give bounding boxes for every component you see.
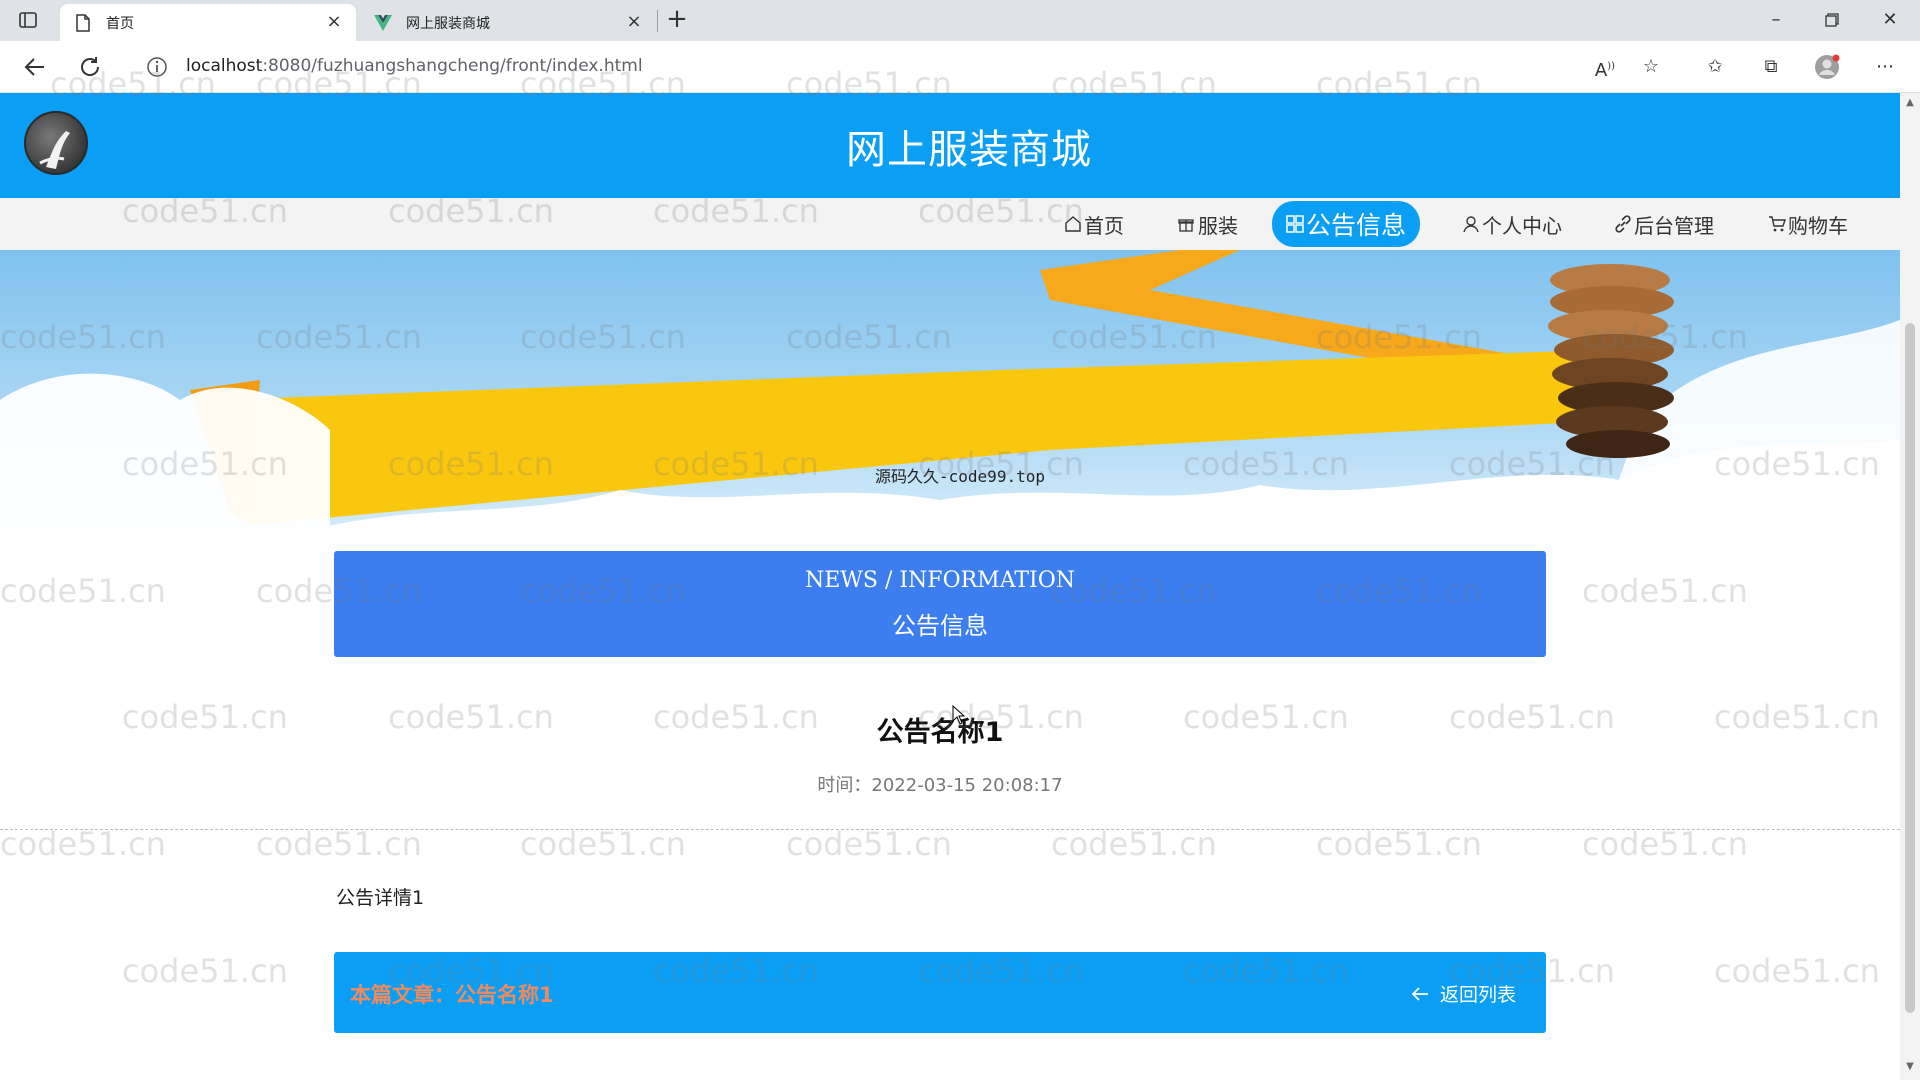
nav-profile[interactable]: 个人中心 [1450, 204, 1574, 244]
tab-actions-icon[interactable] [18, 10, 38, 30]
vue-logo-icon [374, 14, 392, 32]
home-icon [1064, 215, 1082, 233]
scroll-thumb[interactable] [1905, 323, 1915, 1013]
link-icon [1614, 215, 1632, 233]
add-favorite-icon[interactable]: ☆ [1638, 54, 1664, 80]
more-menu-icon[interactable]: ⋯ [1872, 54, 1898, 80]
banner-image [0, 250, 1900, 533]
nav-notice[interactable]: 公告信息 [1272, 201, 1421, 247]
tab-separator [657, 10, 658, 32]
reload-icon[interactable] [77, 54, 103, 80]
article-footer-bar: 本篇文章：公告名称1 返回列表 [334, 952, 1546, 1033]
article-body: 公告详情1 [336, 887, 425, 909]
read-aloud-icon[interactable]: A)) [1592, 54, 1618, 81]
scroll-down-icon[interactable]: ▼ [1903, 1061, 1917, 1075]
scroll-up-icon[interactable]: ▲ [1903, 97, 1917, 111]
news-header-english: NEWS / INFORMATION [804, 568, 1076, 593]
grid-icon [1286, 215, 1304, 233]
arrow-left-icon [1410, 984, 1430, 1004]
close-icon[interactable]: × [626, 12, 642, 31]
page-viewport: 网上服装商城 首页 服装 公告信息 个人中心 后台管理 购物车 源码久久-cod… [0, 93, 1900, 1080]
current-article-label: 本篇文章：公告名称1 [350, 983, 554, 1007]
profile-avatar-icon[interactable] [1814, 54, 1840, 80]
nav-label: 服装 [1198, 213, 1238, 238]
nav-clothing[interactable]: 服装 [1166, 204, 1250, 244]
nav-cart[interactable]: 购物车 [1756, 204, 1860, 244]
article-title: 公告名称1 [876, 717, 1004, 748]
back-arrow-icon[interactable] [22, 54, 48, 80]
address-bar: localhost:8080/fuzhuangshangcheng/front/… [0, 41, 1920, 93]
favorites-icon[interactable]: ✩ [1702, 54, 1728, 80]
nav-label: 公告信息 [1306, 211, 1407, 240]
url-field[interactable]: localhost:8080/fuzhuangshangcheng/front/… [186, 56, 643, 76]
collections-icon[interactable]: ⧉ [1758, 54, 1784, 80]
back-to-list-label: 返回列表 [1439, 984, 1516, 1006]
cart-icon [1768, 215, 1786, 233]
news-header-chinese: 公告信息 [892, 612, 988, 640]
nav-home[interactable]: 首页 [1052, 204, 1136, 244]
tab-shop[interactable]: 网上服装商城 × [360, 4, 656, 41]
back-to-list-button[interactable]: 返回列表 [1410, 980, 1516, 1007]
restore-icon[interactable] [1820, 8, 1844, 32]
site-title: 网上服装商城 [846, 127, 1092, 173]
minimize-icon[interactable]: – [1764, 8, 1788, 32]
user-icon [1462, 215, 1480, 233]
site-header: 网上服装商城 [0, 93, 1900, 198]
url-path: :8080/fuzhuangshangcheng/front/index.htm… [262, 56, 643, 76]
page-scrollbar[interactable]: ▲ ▼ [1900, 93, 1920, 1080]
url-host: localhost [186, 56, 263, 76]
tab-bar: 首页 × 网上服装商城 × + – ✕ [0, 0, 1920, 41]
article-time: 时间：2022-03-15 20:08:17 [817, 775, 1063, 796]
browser-window: 首页 × 网上服装商城 × + – ✕ localhost:8080/fuzhu… [0, 0, 1920, 1080]
divider [0, 829, 1900, 830]
nav-label: 后台管理 [1634, 213, 1714, 238]
banner-caption: 源码久久-code99.top [875, 467, 1045, 486]
close-icon[interactable]: × [326, 12, 342, 31]
tab-title: 首页 [106, 15, 134, 32]
tab-title: 网上服装商城 [406, 15, 490, 32]
gift-icon [1178, 215, 1196, 233]
mouse-cursor-icon [952, 704, 966, 725]
site-nav: 首页 服装 公告信息 个人中心 后台管理 购物车 [0, 198, 1900, 250]
news-header: NEWS / INFORMATION 公告信息 [334, 551, 1546, 657]
page-icon [74, 13, 92, 32]
window-close-icon[interactable]: ✕ [1878, 8, 1902, 32]
banner-carousel[interactable] [0, 250, 1900, 533]
nav-label: 首页 [1084, 213, 1124, 238]
nav-label: 个人中心 [1482, 213, 1562, 238]
site-info-icon[interactable] [146, 56, 168, 78]
nav-admin[interactable]: 后台管理 [1602, 204, 1726, 244]
tab-home[interactable]: 首页 × [60, 4, 356, 41]
nav-label: 购物车 [1788, 213, 1848, 238]
new-tab-plus-icon[interactable]: + [664, 6, 690, 34]
